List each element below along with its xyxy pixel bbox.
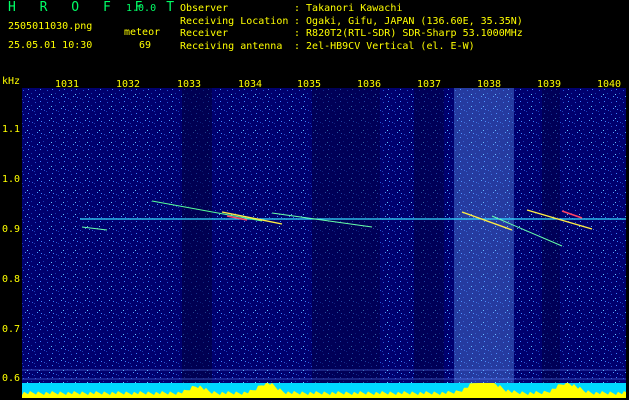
- info-observer: Observer: Takanori Kawachi: [180, 3, 403, 14]
- info-antenna: Receiving antenna: 2el-HB9CV Vertical (e…: [180, 40, 475, 52]
- station-info: Observer: Takanori Kawachi Receiving Loc…: [180, 3, 523, 53]
- dark-band: [414, 88, 444, 398]
- dark-band: [542, 88, 560, 398]
- meteor-label: meteor: [124, 27, 161, 38]
- app-version: 1.0.0: [126, 3, 157, 14]
- dark-band: [182, 88, 212, 398]
- axis-unit: kHz: [2, 76, 21, 87]
- info-location: Receiving Location: Ogaki, Gifu, JAPAN (…: [180, 15, 523, 27]
- header: H R O F F T 1.0.0 2505011030.png 25.05.0…: [0, 0, 629, 74]
- y-tick: 0.9: [2, 224, 21, 235]
- y-tick: 0.8: [2, 274, 21, 285]
- waterfall-spectrogram: [22, 88, 626, 398]
- y-tick: 0.6: [2, 373, 21, 384]
- meteor-count: 69: [139, 40, 152, 51]
- y-tick: 0.7: [2, 324, 21, 335]
- file-datetime: 25.05.01 10:30: [8, 40, 93, 51]
- y-tick: 1.0: [2, 174, 21, 185]
- dark-band: [312, 88, 380, 398]
- noise-column: [454, 88, 514, 398]
- info-receiver: Receiver: R820T2(RTL-SDR) SDR-Sharp 53.1…: [180, 28, 523, 39]
- spectrogram-canvas: [22, 88, 626, 398]
- y-tick: 1.1: [2, 124, 21, 135]
- file-name: 2505011030.png: [8, 21, 93, 32]
